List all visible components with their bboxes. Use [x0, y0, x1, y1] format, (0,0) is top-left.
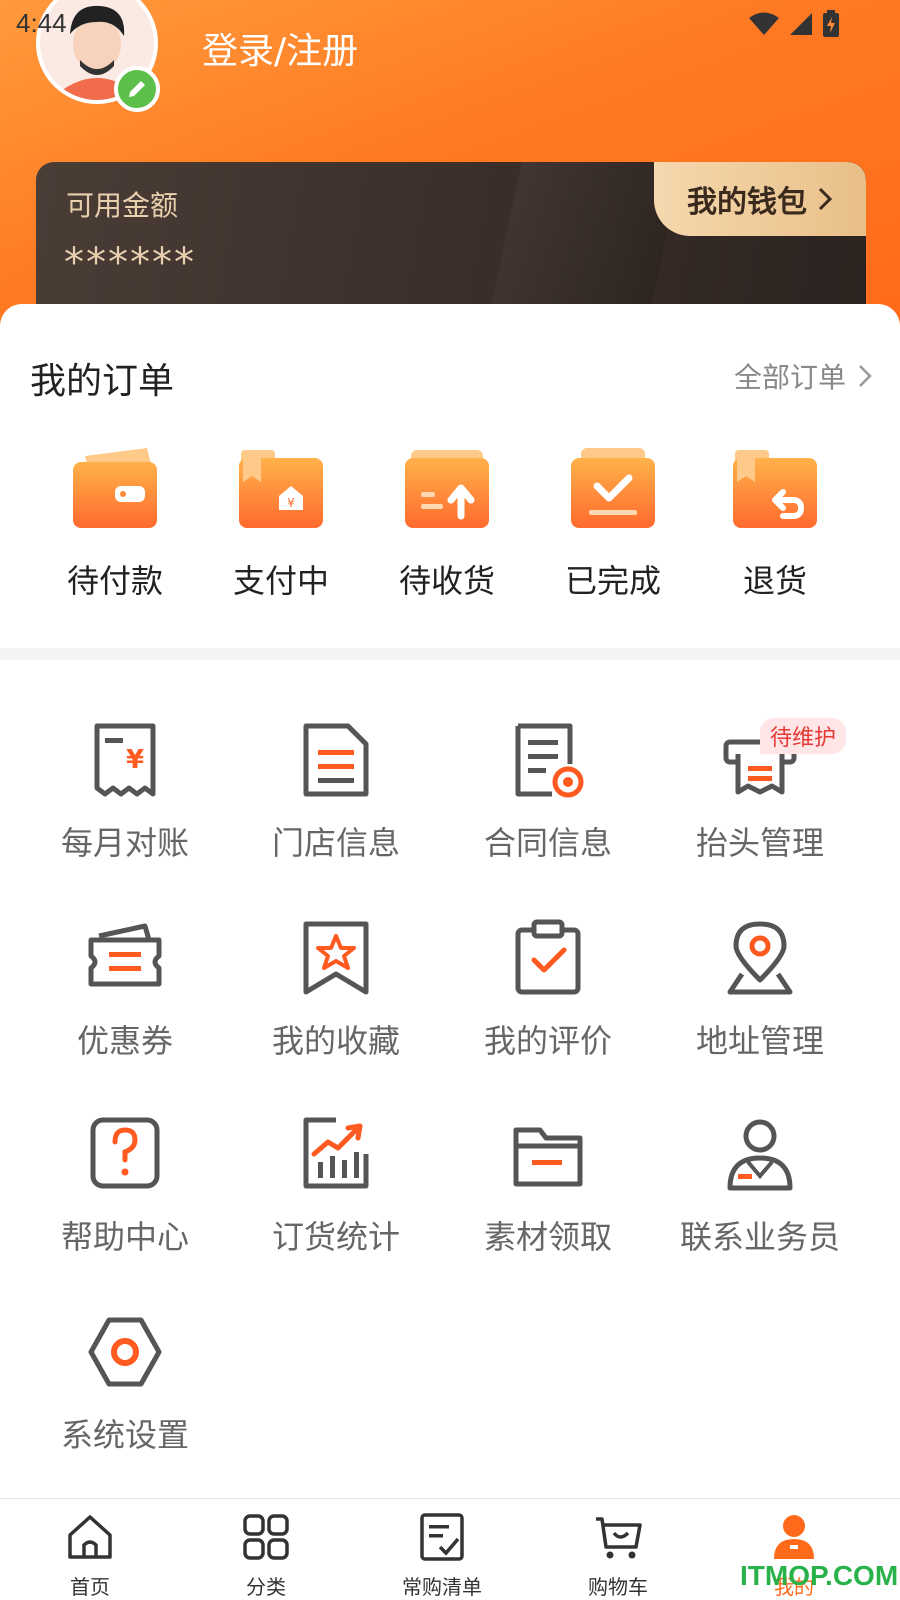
service-label: 订货统计	[271, 1218, 400, 1256]
svg-text:¥: ¥	[287, 496, 295, 510]
my-wallet-button[interactable]: 我的钱包	[654, 162, 866, 236]
login-register-link[interactable]: 登录/注册	[202, 22, 358, 74]
service-label: 抬头管理	[695, 824, 824, 862]
chevron-right-icon	[818, 187, 833, 211]
return-icon	[733, 450, 817, 528]
service-coupons[interactable]: 优惠券	[17, 918, 233, 1062]
order-status-label: 待收货	[398, 562, 495, 600]
all-orders-link[interactable]: 全部订单	[734, 356, 872, 396]
order-status-label: 退货	[742, 562, 807, 600]
order-status-label: 待付款	[66, 562, 163, 600]
tab-home[interactable]: 首页	[0, 1499, 180, 1600]
section-divider	[0, 648, 900, 660]
receive-icon	[405, 450, 489, 528]
orders-card: 我的订单 全部订单 待付款 ¥ 支付中 待收货 已完成 退货	[0, 304, 900, 656]
all-orders-label: 全部订单	[733, 361, 846, 394]
edit-avatar-button[interactable]	[114, 66, 160, 112]
location-pin-icon	[727, 921, 793, 995]
service-label: 门店信息	[271, 824, 400, 862]
service-address-management[interactable]: 地址管理	[652, 918, 868, 1062]
pencil-icon	[129, 81, 145, 97]
list-icon	[420, 1513, 464, 1561]
services-grid: ¥ 每月对账 门店信息 合同信息 抬头管理 优惠券 我的收藏 我的评价 地址管理…	[0, 660, 900, 1490]
chart-icon	[303, 1117, 369, 1189]
tab-label: 首页	[70, 1575, 110, 1599]
order-status-paying[interactable]: ¥ 支付中	[196, 444, 366, 602]
service-label: 素材领取	[483, 1218, 612, 1256]
service-label: 合同信息	[483, 824, 612, 862]
order-status-completed[interactable]: 已完成	[528, 444, 698, 602]
order-status-pending-payment[interactable]: 待付款	[30, 444, 200, 602]
star-bookmark-icon	[303, 921, 369, 995]
balance-value: ******	[64, 240, 196, 286]
service-label: 我的评价	[483, 1022, 612, 1060]
help-icon	[90, 1117, 160, 1189]
orders-title: 我的订单	[30, 361, 175, 402]
document-icon	[303, 723, 369, 797]
tab-category[interactable]: 分类	[176, 1499, 356, 1600]
status-icons	[748, 10, 840, 38]
completed-icon	[571, 448, 655, 528]
service-monthly-reconciliation[interactable]: ¥ 每月对账	[17, 720, 233, 864]
service-store-info[interactable]: 门店信息	[228, 720, 444, 864]
paying-icon: ¥	[239, 450, 323, 528]
service-favorites[interactable]: 我的收藏	[228, 918, 444, 1062]
wallet-icon	[73, 448, 157, 528]
wifi-icon	[749, 12, 779, 35]
svg-text:¥: ¥	[126, 745, 144, 775]
tab-cart[interactable]: 购物车	[528, 1499, 708, 1600]
folder-icon	[513, 1127, 583, 1187]
service-label: 优惠券	[76, 1022, 173, 1060]
wallet-card: 可用金额 ****** 我的钱包	[36, 162, 866, 312]
order-status-label: 已完成	[564, 562, 661, 600]
contract-icon	[515, 723, 584, 798]
order-status-label: 支付中	[232, 562, 329, 600]
tab-label: 分类	[246, 1575, 286, 1599]
service-label: 系统设置	[60, 1416, 189, 1454]
balance-label: 可用金额	[66, 189, 179, 222]
service-system-settings[interactable]: 系统设置	[17, 1312, 233, 1456]
service-label: 帮助中心	[60, 1218, 189, 1256]
service-help-center[interactable]: 帮助中心	[17, 1114, 233, 1258]
profile-icon	[774, 1515, 814, 1559]
category-icon	[243, 1514, 289, 1560]
service-label: 联系业务员	[679, 1218, 840, 1256]
coupon-icon	[88, 923, 162, 987]
order-status-row: 待付款 ¥ 支付中 待收货 已完成 退货	[0, 444, 900, 614]
service-my-reviews[interactable]: 我的评价	[440, 918, 656, 1062]
my-wallet-label: 我的钱包	[687, 185, 807, 220]
service-order-statistics[interactable]: 订货统计	[228, 1114, 444, 1258]
service-contact-salesperson[interactable]: 联系业务员	[652, 1114, 868, 1258]
receipt-icon: ¥	[94, 723, 156, 797]
settings-icon	[88, 1317, 162, 1387]
service-contract-info[interactable]: 合同信息	[440, 720, 656, 864]
order-status-to-receive[interactable]: 待收货	[362, 444, 532, 602]
service-label: 我的收藏	[271, 1022, 400, 1060]
salesperson-icon	[727, 1119, 793, 1191]
signal-icon	[790, 13, 812, 35]
tab-label: 常购清单	[402, 1575, 482, 1599]
pending-maintenance-badge: 待维护	[760, 718, 847, 754]
chevron-right-icon	[859, 365, 872, 387]
battery-icon	[823, 10, 839, 37]
watermark: ITMOP.COM	[740, 1560, 899, 1591]
status-time: 4:44	[16, 8, 67, 38]
service-label: 地址管理	[695, 1022, 824, 1060]
service-material-collection[interactable]: 素材领取	[440, 1114, 656, 1258]
tab-label: 购物车	[588, 1575, 648, 1599]
home-icon	[68, 1515, 112, 1559]
cart-icon	[596, 1517, 642, 1559]
service-label: 每月对账	[60, 824, 189, 862]
order-status-return[interactable]: 退货	[690, 444, 860, 602]
tab-frequent-list[interactable]: 常购清单	[352, 1499, 532, 1600]
clipboard-check-icon	[515, 919, 581, 995]
